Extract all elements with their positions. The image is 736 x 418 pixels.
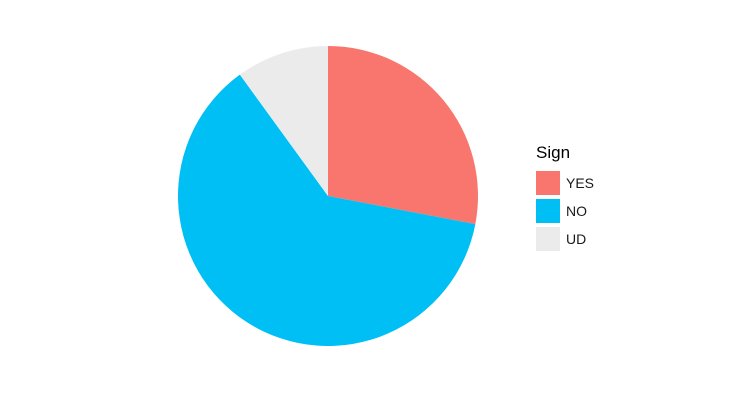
pie-slice-yes	[328, 46, 478, 225]
legend-items: YES NO UD	[536, 169, 594, 253]
legend-title: Sign	[536, 143, 571, 162]
legend-key-no	[536, 199, 560, 223]
legend-item-yes: YES	[536, 169, 594, 197]
legend-label-no: NO	[566, 203, 587, 219]
pie-plot	[177, 45, 478, 347]
legend: Sign YES NO UD	[536, 143, 594, 253]
legend-key-yes	[536, 171, 560, 195]
legend-item-no: NO	[536, 197, 594, 225]
legend-label-yes: YES	[566, 175, 595, 191]
legend-label-ud: UD	[566, 231, 587, 247]
pie-chart: Sign YES NO UD	[0, 0, 736, 418]
legend-item-ud: UD	[536, 225, 594, 253]
legend-key-ud	[536, 227, 560, 251]
